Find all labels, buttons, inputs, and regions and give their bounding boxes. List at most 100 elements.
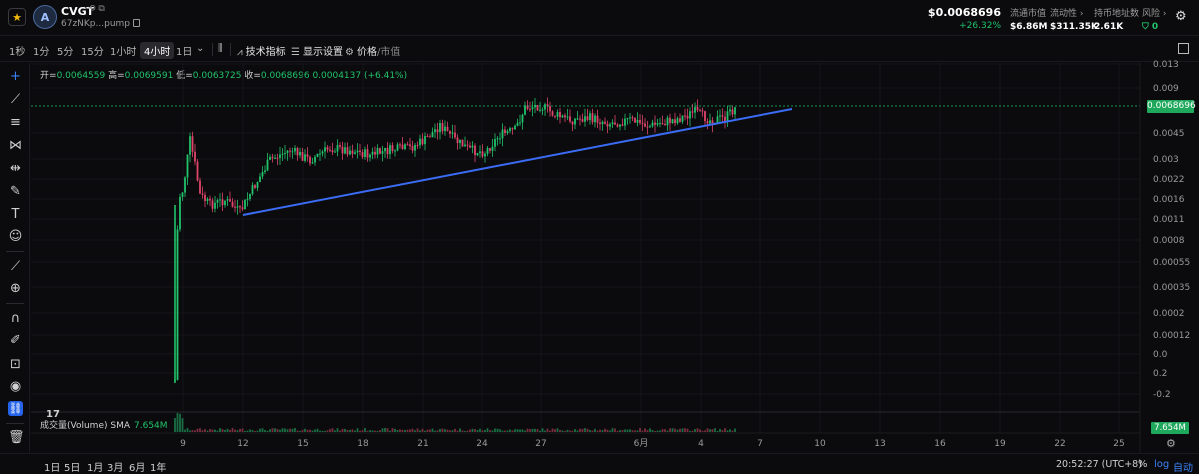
volume-bar (596, 430, 599, 432)
bottom-bar: 1日 5日 1月 3月 6月 1年 20:52:27 (UTC+8) % log… (0, 453, 1199, 474)
volume-bar (196, 428, 199, 432)
volume-bar (519, 429, 521, 432)
candle-body (191, 136, 194, 152)
price-tick-label: 0.0045 (1153, 129, 1185, 139)
candle-body (654, 122, 656, 125)
range-1d[interactable]: 1日 (44, 459, 60, 474)
candle-body (441, 123, 444, 132)
volume-bar (264, 429, 266, 432)
candle-body (434, 129, 436, 132)
auto-toggle[interactable]: 自动 (1173, 459, 1193, 474)
volume-bar (619, 430, 621, 432)
candle-body (199, 180, 201, 194)
volume-bar (454, 428, 456, 432)
candle-body (409, 144, 411, 147)
volume-bar (646, 429, 649, 432)
volume-bar (429, 429, 431, 432)
price-tick-label: 0.0008 (1153, 236, 1185, 246)
candle-body (641, 122, 644, 124)
volume-bar (526, 428, 529, 432)
candle-body (276, 157, 279, 159)
range-5d[interactable]: 5日 (64, 459, 80, 474)
volume-bar (591, 430, 594, 432)
clock[interactable]: 20:52:27 (UTC+8) (1056, 459, 1142, 470)
candle-body (404, 144, 406, 150)
time-tick-label: 7 (757, 439, 763, 449)
volume-bar (311, 430, 314, 432)
candle-body (486, 148, 489, 154)
volume-bar (259, 428, 261, 432)
candle-body (259, 176, 261, 183)
range-1y[interactable]: 1年 (150, 459, 166, 474)
candle-body (564, 115, 566, 118)
candle-body (574, 118, 576, 125)
candle-body (254, 185, 256, 188)
candle-body (479, 151, 481, 154)
candle-body (674, 119, 676, 124)
candle-body (559, 112, 561, 118)
candle-body (616, 124, 619, 127)
candle-body (576, 118, 579, 120)
range-3m[interactable]: 3月 (107, 459, 123, 474)
price-chart[interactable]: 0.0130.0090.00450.0030.00220.00160.00110… (0, 0, 1199, 474)
candle-body (734, 107, 736, 115)
volume-bar (211, 429, 214, 432)
volume-bar (674, 428, 676, 432)
volume-bar (731, 430, 734, 432)
candle-body (454, 132, 456, 138)
price-tick-label: 0.2 (1153, 369, 1167, 379)
candle-body (379, 148, 381, 154)
volume-bar (204, 429, 206, 432)
candle-body (321, 151, 324, 154)
range-6m[interactable]: 6月 (129, 459, 145, 474)
candle-body (389, 145, 391, 155)
volume-bar (324, 430, 326, 432)
time-tick-label: 9 (180, 439, 186, 449)
volume-bar (406, 429, 409, 432)
volume-bar (376, 430, 379, 432)
volume-bar (689, 430, 691, 432)
volume-bar (444, 429, 446, 432)
range-1m[interactable]: 1月 (87, 459, 103, 474)
candle-body (599, 122, 601, 125)
volume-bar (326, 430, 329, 432)
candle-body (411, 146, 414, 151)
volume-bar (496, 428, 499, 432)
candle-body (594, 115, 596, 123)
volume-bar (396, 430, 399, 432)
volume-bar (494, 428, 496, 432)
candle-body (706, 121, 709, 124)
volume-bar (464, 430, 466, 432)
candle-body (369, 154, 371, 158)
candle-body (209, 198, 211, 201)
volume-bar (681, 428, 684, 432)
candle-body (269, 156, 271, 160)
price-tick-label: 0.0011 (1153, 215, 1185, 225)
candle-body (244, 199, 246, 210)
candle-body (354, 152, 356, 154)
candle-body (571, 121, 574, 125)
percent-toggle[interactable]: % (1138, 459, 1148, 470)
candle-body (519, 122, 521, 124)
volume-bar (541, 428, 544, 432)
volume-bar (181, 418, 184, 432)
candle-body (224, 200, 226, 206)
volume-bar (359, 430, 361, 432)
candle-body (699, 110, 701, 112)
log-toggle[interactable]: log (1154, 459, 1169, 470)
time-tick-label: 6月 (634, 438, 649, 449)
volume-bar (466, 430, 469, 432)
candle-body (724, 116, 726, 122)
volume-bar (606, 429, 609, 432)
candle-body (686, 115, 689, 119)
volume-bar (364, 428, 366, 432)
gear-icon[interactable]: ⚙ (1166, 437, 1176, 450)
candle-body (416, 144, 419, 146)
candle-body (626, 118, 629, 120)
candle-body (696, 107, 699, 111)
candle-body (439, 123, 441, 133)
volume-bar (274, 428, 276, 432)
volume-bar (629, 429, 631, 432)
volume-bar (234, 429, 236, 432)
candle-body (499, 138, 501, 140)
